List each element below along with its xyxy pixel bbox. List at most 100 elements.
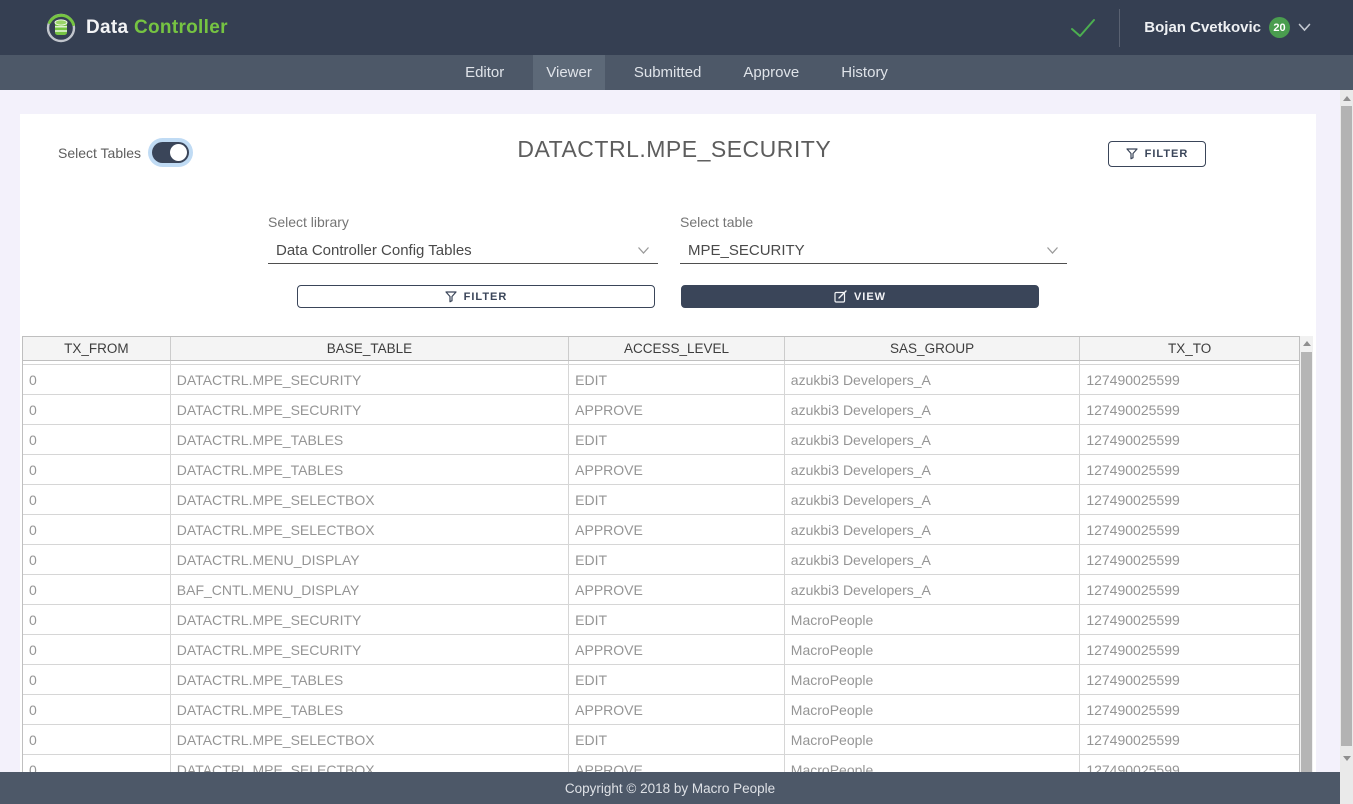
column-header-base_table[interactable]: BASE_TABLE — [171, 337, 569, 360]
column-header-access_level[interactable]: ACCESS_LEVEL — [569, 337, 785, 360]
column-header-tx_to[interactable]: TX_TO — [1080, 337, 1299, 360]
table-cell: MacroPeople — [785, 755, 1081, 772]
table-row[interactable]: 0DATACTRL.MPE_SELECTBOXAPPROVEMacroPeopl… — [23, 755, 1299, 772]
user-name: Bojan Cvetkovic — [1144, 19, 1261, 36]
table-row[interactable]: 0DATACTRL.MPE_SECURITYAPPROVEMacroPeople… — [23, 635, 1299, 665]
scroll-up-icon[interactable] — [1300, 336, 1313, 351]
tab-approve[interactable]: Approve — [730, 55, 812, 90]
table-cell: MacroPeople — [785, 695, 1081, 724]
toggle-knob — [170, 144, 187, 161]
table-cell — [785, 361, 1081, 364]
table-cell: 127490025599 — [1080, 395, 1299, 424]
table-cell: APPROVE — [569, 755, 785, 772]
table-cell: 127490025599 — [1080, 515, 1299, 544]
tab-viewer[interactable]: Viewer — [533, 55, 605, 90]
table-cell — [569, 361, 785, 364]
table-cell: EDIT — [569, 665, 785, 694]
table-row[interactable]: 0DATACTRL.MPE_SECURITYEDITMacroPeople127… — [23, 605, 1299, 635]
funnel-icon — [1126, 148, 1138, 160]
table-cell: 0 — [23, 395, 171, 424]
table-cell: 127490025599 — [1080, 725, 1299, 754]
library-select[interactable]: Data Controller Config Tables — [268, 237, 658, 264]
table-row[interactable]: 0DATACTRL.MPE_TABLESAPPROVEMacroPeople12… — [23, 695, 1299, 725]
table-cell: 127490025599 — [1080, 605, 1299, 634]
table-select-value: MPE_SECURITY — [688, 242, 805, 259]
library-select-value: Data Controller Config Tables — [276, 242, 472, 259]
table-row[interactable]: 0DATACTRL.MPE_TABLESAPPROVEazukbi3 Devel… — [23, 455, 1299, 485]
table-scrollbar-thumb[interactable] — [1301, 352, 1312, 772]
table-cell: 0 — [23, 425, 171, 454]
table-cell: DATACTRL.MPE_SELECTBOX — [171, 485, 569, 514]
table-cell: DATACTRL.MPE_SECURITY — [171, 365, 569, 394]
chevron-down-icon — [1298, 23, 1311, 32]
view-button[interactable]: VIEW — [681, 285, 1039, 308]
table-row[interactable]: 0BAF_CNTL.MENU_DISPLAYAPPROVEazukbi3 Dev… — [23, 575, 1299, 605]
table-cell: 127490025599 — [1080, 695, 1299, 724]
table-cell: DATACTRL.MPE_TABLES — [171, 425, 569, 454]
select-tables-toggle[interactable] — [152, 142, 189, 163]
table-row[interactable]: 0DATACTRL.MENU_DISPLAYEDITazukbi3 Develo… — [23, 545, 1299, 575]
table-cell: 127490025599 — [1080, 545, 1299, 574]
page-scrollbar-thumb[interactable] — [1341, 106, 1352, 746]
page: Data Controller Bojan Cvetkovic 20 Edito… — [0, 0, 1353, 804]
column-header-sas_group[interactable]: SAS_GROUP — [785, 337, 1081, 360]
header-right: Bojan Cvetkovic 20 — [1069, 9, 1353, 47]
view-button-label: VIEW — [854, 291, 886, 303]
table-row[interactable]: 0DATACTRL.MPE_SELECTBOXEDITazukbi3 Devel… — [23, 485, 1299, 515]
table-cell: azukbi3 Developers_A — [785, 365, 1081, 394]
user-menu[interactable]: Bojan Cvetkovic 20 — [1144, 17, 1311, 38]
table-cell: 127490025599 — [1080, 485, 1299, 514]
table-cell: EDIT — [569, 545, 785, 574]
table-cell: 127490025599 — [1080, 635, 1299, 664]
table-select[interactable]: MPE_SECURITY — [680, 237, 1067, 264]
table-cell — [23, 361, 171, 364]
table-row[interactable]: 0DATACTRL.MPE_SELECTBOXAPPROVEazukbi3 De… — [23, 515, 1299, 545]
select-tables-label: Select Tables — [58, 145, 141, 161]
filter-button[interactable]: FILTER — [297, 285, 655, 308]
table-cell: 127490025599 — [1080, 455, 1299, 484]
select-tables-group: Select Tables — [58, 142, 189, 163]
tab-history[interactable]: History — [828, 55, 901, 90]
page-scrollbar[interactable] — [1340, 90, 1353, 804]
table-row[interactable]: 0DATACTRL.MPE_SECURITYEDITazukbi3 Develo… — [23, 365, 1299, 395]
table-cell: 127490025599 — [1080, 575, 1299, 604]
table-cell: APPROVE — [569, 695, 785, 724]
table-cell — [1080, 361, 1299, 364]
table-cell: DATACTRL.MPE_SECURITY — [171, 605, 569, 634]
table-scrollbar[interactable] — [1300, 336, 1313, 772]
chevron-down-icon — [1046, 246, 1059, 255]
page-title: DATACTRL.MPE_SECURITY — [517, 136, 831, 163]
brand-word-controller: Controller — [134, 17, 228, 38]
table-body: 0DATACTRL.MPE_SECURITYEDITazukbi3 Develo… — [23, 361, 1299, 772]
table-cell: 0 — [23, 455, 171, 484]
table-cell: EDIT — [569, 425, 785, 454]
table-cell: azukbi3 Developers_A — [785, 515, 1081, 544]
table-row[interactable]: 0DATACTRL.MPE_TABLESEDITazukbi3 Develope… — [23, 425, 1299, 455]
column-header-tx_from[interactable]: TX_FROM — [23, 337, 171, 360]
scroll-down-icon[interactable] — [1340, 752, 1353, 764]
table-cell: azukbi3 Developers_A — [785, 545, 1081, 574]
filter-button-top[interactable]: FILTER — [1108, 141, 1206, 167]
data-table: TX_FROMBASE_TABLEACCESS_LEVELSAS_GROUPTX… — [22, 336, 1300, 772]
tab-submitted[interactable]: Submitted — [621, 55, 715, 90]
table-row[interactable]: 0DATACTRL.MPE_SELECTBOXEDITMacroPeople12… — [23, 725, 1299, 755]
table-cell: 127490025599 — [1080, 365, 1299, 394]
table-cell: 0 — [23, 635, 171, 664]
tab-editor[interactable]: Editor — [452, 55, 517, 90]
table-cell: DATACTRL.MPE_TABLES — [171, 455, 569, 484]
table-cell: DATACTRL.MPE_SELECTBOX — [171, 725, 569, 754]
table-row[interactable]: 0DATACTRL.MPE_SECURITYAPPROVEazukbi3 Dev… — [23, 395, 1299, 425]
table-row[interactable]: 0DATACTRL.MPE_TABLESEDITMacroPeople12749… — [23, 665, 1299, 695]
table-cell: APPROVE — [569, 395, 785, 424]
table-cell: MacroPeople — [785, 605, 1081, 634]
table-cell: DATACTRL.MPE_TABLES — [171, 695, 569, 724]
table-cell: azukbi3 Developers_A — [785, 395, 1081, 424]
footer: Copyright © 2018 by Macro People — [0, 772, 1340, 804]
table-cell: 0 — [23, 485, 171, 514]
table-cell: EDIT — [569, 365, 785, 394]
scroll-up-icon[interactable] — [1340, 92, 1353, 104]
table-cell: 0 — [23, 665, 171, 694]
table-cell: azukbi3 Developers_A — [785, 455, 1081, 484]
table-cell: APPROVE — [569, 635, 785, 664]
checkmark-icon — [1069, 18, 1097, 38]
